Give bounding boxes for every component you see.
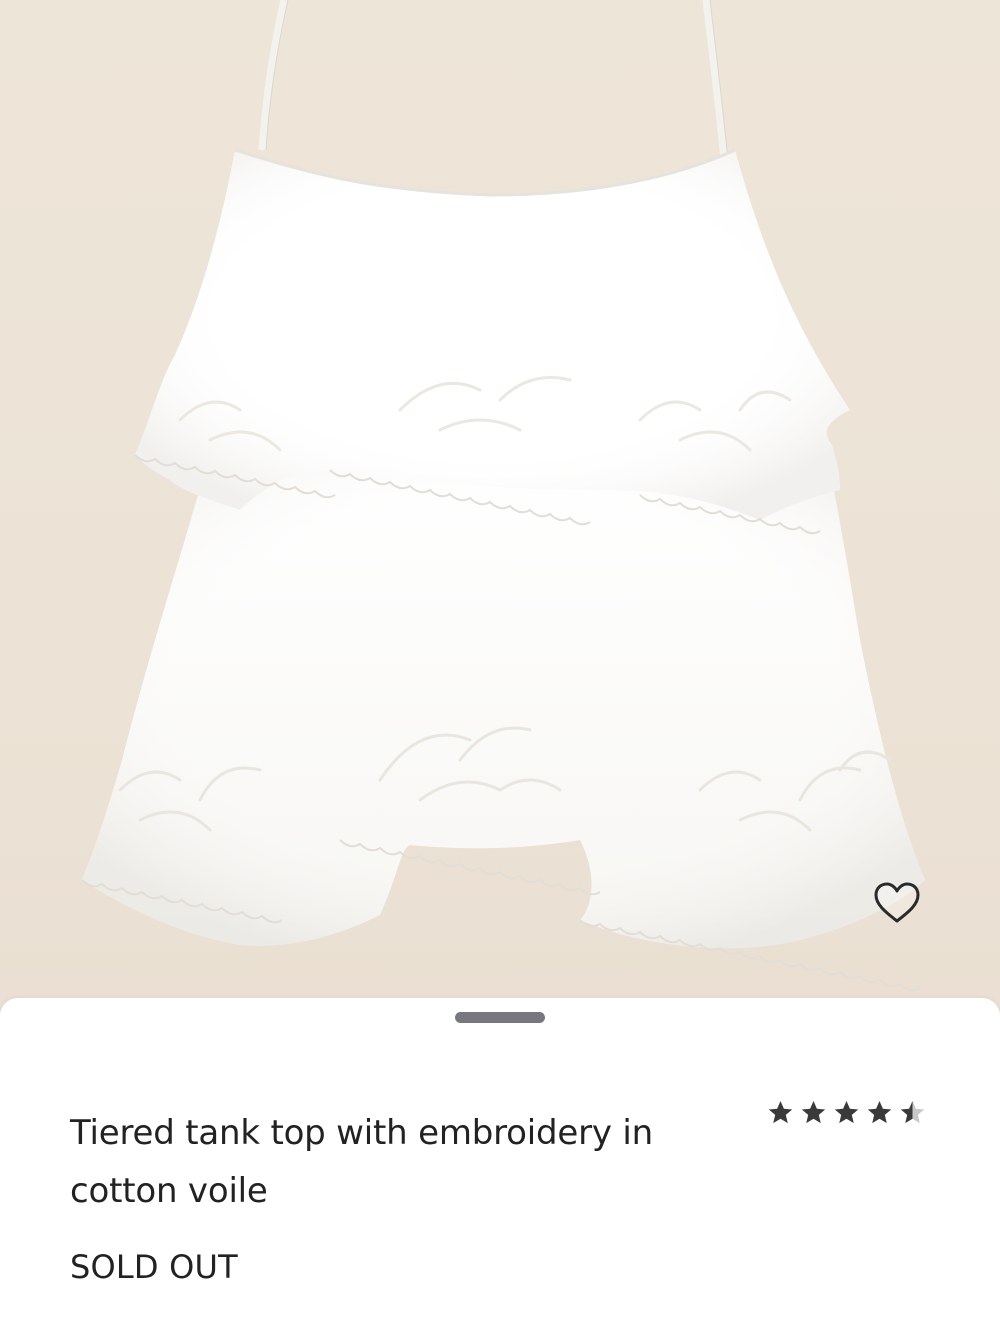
product-info-sheet: Tiered tank top with embroidery in cotto… — [0, 998, 1000, 1333]
product-rating[interactable] — [766, 1096, 927, 1128]
product-title: Tiered tank top with embroidery in cotto… — [70, 1113, 654, 1211]
wishlist-button[interactable] — [872, 880, 922, 926]
heart-outline-icon — [874, 882, 920, 923]
star-half-icon — [900, 1100, 925, 1123]
garment-illustration — [81, 0, 925, 992]
stock-status: SOLD OUT — [70, 1248, 238, 1286]
star-icon — [867, 1100, 892, 1123]
product-detail-screen: Tiered tank top with embroidery in cotto… — [0, 0, 1000, 1333]
star-icon — [801, 1100, 826, 1123]
star-icon — [768, 1100, 793, 1123]
sheet-drag-handle[interactable] — [455, 1012, 545, 1023]
product-image[interactable] — [0, 0, 1000, 1010]
star-icon — [834, 1100, 859, 1123]
